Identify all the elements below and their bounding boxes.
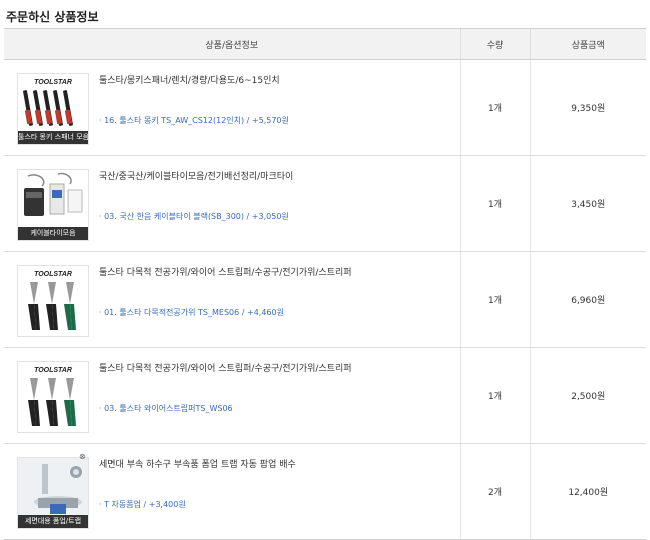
table-row: TOOLSTAR 툴스타 다목적 전공가위/와이어 스트립퍼/수공구/전기가위/…	[4, 347, 646, 444]
table-row: 케이블타이모음 국산/중국산/케이블타이모음/전기배선정리/마크타이 · 03.…	[4, 155, 646, 252]
table-row: 세면대용 폼업/트랩 ⊗ 세면대 부속 하수구 부속품 폼업 트랩 자동 팝업 …	[4, 443, 646, 540]
product-name-link[interactable]: 툴스타 다목적 전공가위/와이어 스트립퍼/수공구/전기가위/스트리퍼	[99, 265, 451, 278]
quantity: 1개	[487, 392, 502, 402]
product-thumbnail-cable-tie[interactable]: 케이블타이모음	[17, 169, 89, 241]
item-amount: 12,400원	[568, 488, 609, 498]
thumbnail-caption: 케이블타이모음	[18, 227, 88, 240]
item-amount: 6,960원	[571, 296, 606, 306]
thumbnail-caption: 세면대용 폼업/트랩	[18, 515, 88, 528]
table-header-row: 상품/옵션정보 수량 상품금액	[4, 28, 646, 60]
product-thumbnail-stripper[interactable]: TOOLSTAR	[17, 361, 89, 433]
brand-logo: TOOLSTAR	[34, 271, 72, 278]
item-amount: 2,500원	[571, 392, 606, 402]
item-amount: 9,350원	[571, 104, 606, 114]
remove-icon[interactable]: ⊗	[79, 452, 86, 461]
order-items-table: 상품/옵션정보 수량 상품금액 TOOLSTAR 툴스타 몽키 스패너 모음 툴…	[4, 28, 646, 540]
quantity: 1개	[487, 104, 502, 114]
quantity: 1개	[487, 296, 502, 306]
product-thumbnail-wrench[interactable]: TOOLSTAR 툴스타 몽키 스패너 모음	[17, 73, 89, 145]
product-thumbnail-drain-popup[interactable]: 세면대용 폼업/트랩	[17, 457, 89, 529]
brand-logo: TOOLSTAR	[34, 79, 72, 86]
table-row: TOOLSTAR 툴스타 몽키 스패너 모음 툴스타/몽키스패너/렌치/경량/다…	[4, 59, 646, 156]
header-qty: 수량	[459, 28, 530, 60]
product-option: · 03. 툴스타 와이어스트립퍼TS_WS06	[99, 404, 233, 413]
product-name-link[interactable]: 툴스타 다목적 전공가위/와이어 스트립퍼/수공구/전기가위/스트리퍼	[99, 361, 451, 374]
product-option: · 16. 툴스타 몽키 TS_AW_CS12(12인치) / +5,570원	[99, 116, 289, 125]
header-product: 상품/옵션정보	[4, 28, 460, 60]
product-option: · 03. 국산 한음 케이블타이 블랙(SB_300) / +3,050원	[99, 212, 289, 221]
table-row: TOOLSTAR 툴스타 다목적 전공가위/와이어 스트립퍼/수공구/전기가위/…	[4, 251, 646, 348]
header-amount: 상품금액	[529, 28, 646, 60]
product-option: · T 자동폼업 / +3,400원	[99, 500, 186, 509]
product-thumbnail-scissors[interactable]: TOOLSTAR	[17, 265, 89, 337]
thumbnail-caption: 툴스타 몽키 스패너 모음	[18, 131, 88, 144]
quantity: 1개	[487, 200, 502, 210]
brand-logo: TOOLSTAR	[34, 367, 72, 374]
section-title: 주문하신 상품정보	[6, 10, 99, 24]
quantity: 2개	[487, 488, 502, 498]
product-name-link[interactable]: 툴스타/몽키스패너/렌치/경량/다용도/6~15인치	[99, 73, 451, 86]
product-name-link[interactable]: 세면대 부속 하수구 부속품 폼업 트랩 자동 팝업 배수	[99, 457, 451, 470]
product-option: · 01. 툴스타 다목적전공가위 TS_MES06 / +4,460원	[99, 308, 284, 317]
item-amount: 3,450원	[571, 200, 606, 210]
product-name-link[interactable]: 국산/중국산/케이블타이모음/전기배선정리/마크타이	[99, 169, 451, 182]
